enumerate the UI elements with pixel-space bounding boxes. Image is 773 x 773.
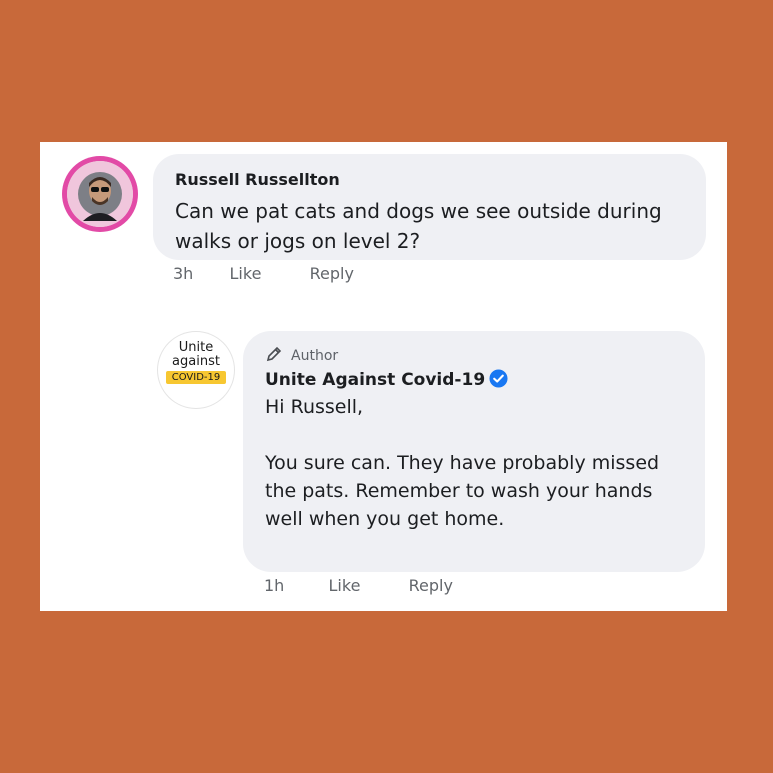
- comment-text: Can we pat cats and dogs we see outside …: [175, 199, 662, 253]
- reply-bubble: Author Unite Against Covid-19 Hi Russell…: [243, 331, 705, 572]
- comment-actions: 3h Like Reply: [173, 264, 354, 283]
- reply-author: Unite Against Covid-19: [265, 369, 508, 390]
- logo-highlight-text: COVID-19: [166, 371, 226, 384]
- reply-button[interactable]: Reply: [409, 576, 453, 595]
- reply-greeting: Hi Russell,: [265, 396, 364, 418]
- profile-photo-icon: [67, 161, 133, 227]
- author-badge-label: Author: [291, 348, 339, 364]
- comment-bubble: Russell Russellton Can we pat cats and d…: [153, 154, 706, 260]
- author-badge: Author: [265, 345, 338, 364]
- comment-timestamp[interactable]: 3h: [173, 264, 193, 283]
- reply-actions: 1h Like Reply: [264, 576, 453, 595]
- pencil-icon: [266, 346, 282, 362]
- like-button[interactable]: Like: [230, 264, 262, 283]
- logo-text-line: Unite: [178, 340, 214, 355]
- reply-button[interactable]: Reply: [310, 264, 354, 283]
- reply-timestamp[interactable]: 1h: [264, 576, 284, 595]
- logo-text-line: against: [172, 354, 220, 369]
- commenter-avatar[interactable]: [62, 156, 138, 232]
- reply-author-name[interactable]: Unite Against Covid-19: [265, 370, 485, 390]
- comments-card: Russell Russellton Can we pat cats and d…: [40, 142, 727, 611]
- page-avatar-logo[interactable]: Unite against COVID-19: [158, 332, 234, 408]
- reply-text: Hi Russell, You sure can. They have prob…: [265, 393, 695, 533]
- verified-badge-icon: [489, 369, 508, 388]
- comment-author[interactable]: Russell Russellton: [175, 170, 340, 189]
- like-button[interactable]: Like: [329, 576, 361, 595]
- reply-body: You sure can. They have probably missed …: [265, 452, 660, 530]
